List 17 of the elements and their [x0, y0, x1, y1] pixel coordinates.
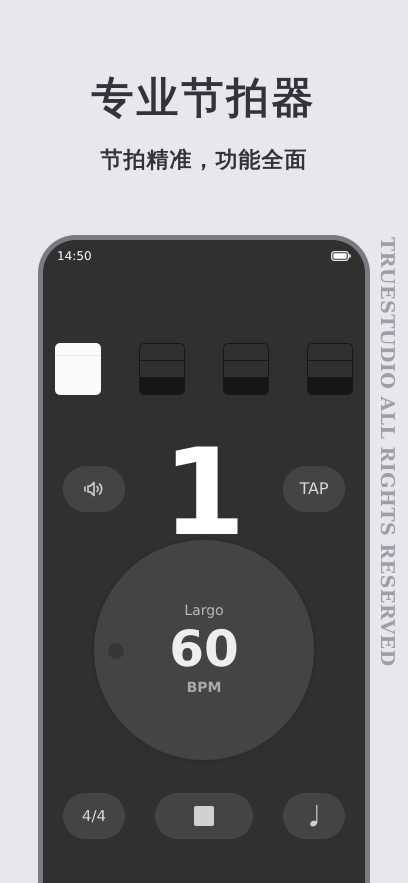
bpm-value: 60 — [169, 620, 239, 678]
battery-icon — [331, 251, 351, 261]
tap-button[interactable]: TAP — [283, 466, 345, 512]
stop-button[interactable] — [155, 793, 253, 839]
bpm-label: BPM — [186, 679, 222, 698]
app-title: 专业节拍器 — [92, 72, 316, 124]
note-value-button[interactable] — [283, 793, 345, 839]
tempo-dial[interactable]: Largo 60 BPM — [94, 540, 314, 760]
copyright-text: TRUESTUDIO ALL RIGHTS RESERVED — [376, 237, 398, 667]
status-time: 14:50 — [57, 249, 92, 263]
tempo-marking: Largo — [184, 602, 224, 620]
time-signature-button[interactable]: 4/4 — [63, 793, 125, 839]
stop-icon — [194, 806, 214, 826]
app-subtitle: 节拍精准，功能全面 — [100, 147, 308, 175]
quarter-note-icon — [309, 804, 319, 828]
sound-button[interactable] — [63, 466, 125, 512]
speaker-icon — [84, 480, 104, 498]
